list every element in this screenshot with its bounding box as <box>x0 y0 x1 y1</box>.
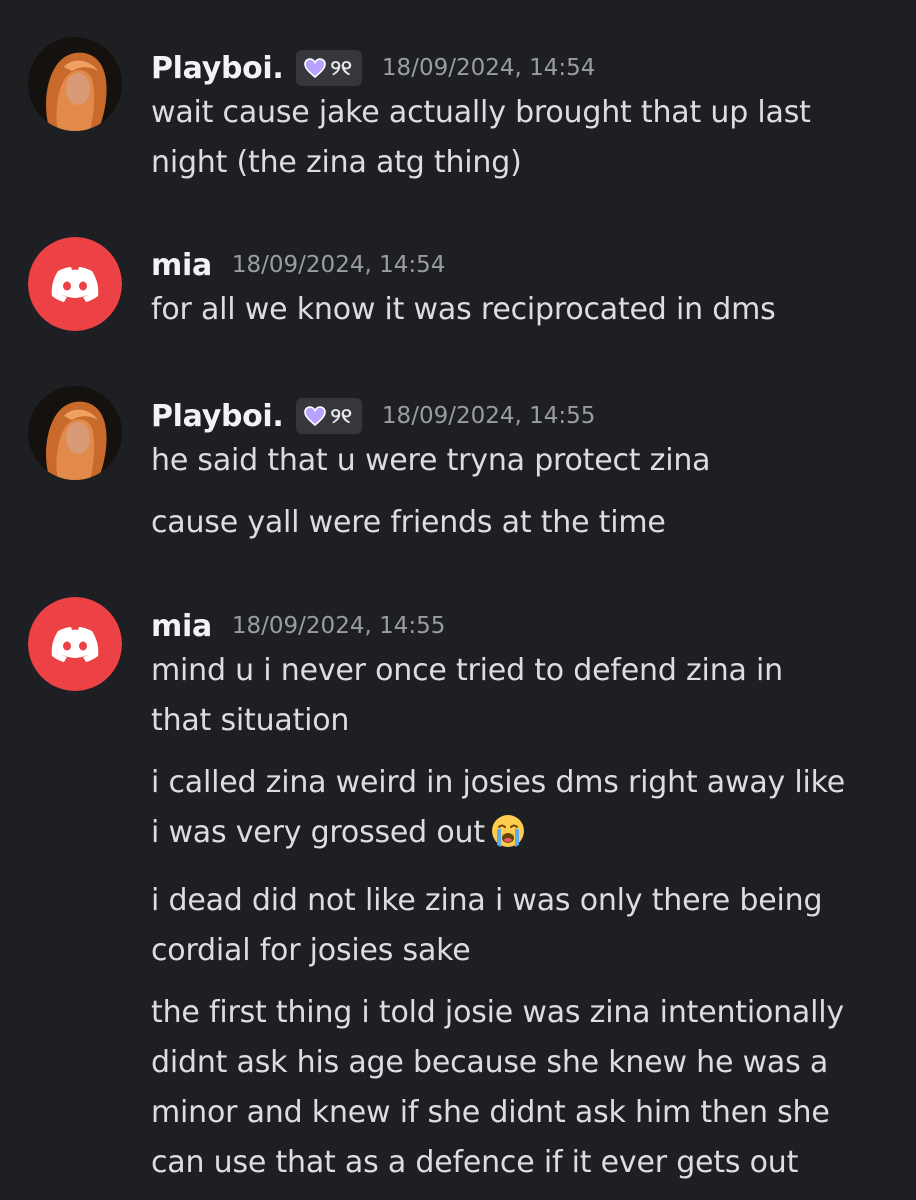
message-text: i was very grossed out <box>151 808 896 864</box>
timestamp: 18/09/2024, 14:55 <box>231 613 446 639</box>
message-text: that situation <box>151 703 350 738</box>
purple-heart-icon <box>303 58 326 78</box>
message-text: he said that u were tryna protect zina <box>151 443 711 478</box>
server-tag-badge[interactable]: ୨୧ <box>295 398 362 434</box>
discord-logo-icon <box>28 237 122 331</box>
avatar[interactable] <box>28 237 122 331</box>
message-text: mind u i never once tried to defend zina… <box>151 653 783 688</box>
avatar[interactable] <box>28 386 122 480</box>
message-text: i dead did not like zina i was only ther… <box>151 883 823 918</box>
message-text: night (the zina atg thing) <box>151 145 522 180</box>
user-photo-avatar-icon <box>28 386 122 480</box>
message-text-segment: i was very grossed out <box>151 815 485 850</box>
avatar[interactable] <box>28 597 122 691</box>
timestamp: 18/09/2024, 14:54 <box>381 55 596 81</box>
user-photo-avatar-icon <box>28 37 122 131</box>
server-tag-badge[interactable]: ୨୧ <box>295 50 362 86</box>
timestamp: 18/09/2024, 14:54 <box>231 252 446 278</box>
timestamp: 18/09/2024, 14:55 <box>381 403 596 429</box>
server-tag-label: ୨୧ <box>330 403 352 428</box>
message-text: the first thing i told josie was zina in… <box>151 995 844 1030</box>
discord-logo-icon <box>28 597 122 691</box>
username[interactable]: mia <box>151 609 212 644</box>
username[interactable]: Playboi. <box>151 51 284 86</box>
message-text: cause yall were friends at the time <box>151 505 666 540</box>
message-text: can use that as a defence if it ever get… <box>151 1145 799 1180</box>
message-text: cordial for josies sake <box>151 933 471 968</box>
loudly-crying-face-icon <box>491 814 525 864</box>
message-text: minor and knew if she didnt ask him then… <box>151 1095 830 1130</box>
username[interactable]: Playboi. <box>151 399 284 434</box>
purple-heart-icon <box>303 406 326 426</box>
message-text: didnt ask his age because she knew he wa… <box>151 1045 829 1080</box>
avatar[interactable] <box>28 37 122 131</box>
message-text: for all we know it was reciprocated in d… <box>151 292 776 327</box>
message-text: wait cause jake actually brought that up… <box>151 95 811 130</box>
username[interactable]: mia <box>151 248 212 283</box>
server-tag-label: ୨୧ <box>330 55 352 80</box>
message-text: i called zina weird in josies dms right … <box>151 765 846 800</box>
